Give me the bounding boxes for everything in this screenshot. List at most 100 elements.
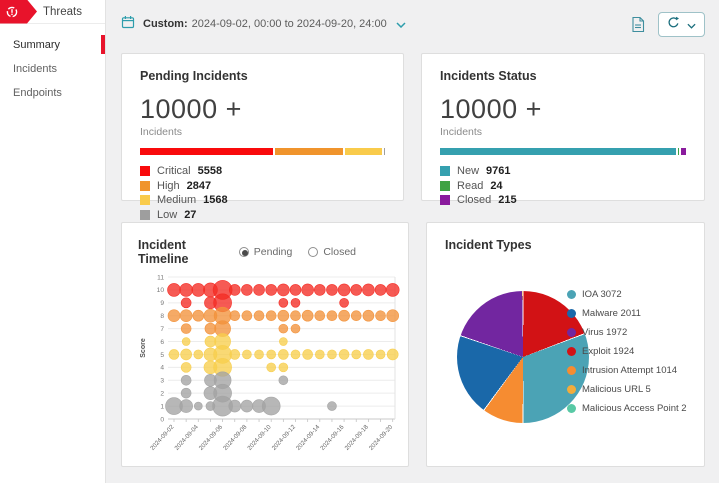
svg-text:10: 10 xyxy=(157,287,165,294)
svg-text:7: 7 xyxy=(160,326,164,333)
legend-value: 5558 xyxy=(198,165,222,177)
timeline-mode-radios: Pending Closed xyxy=(239,246,356,258)
date-range-value: 2024-09-02, 00:00 to 2024-09-20, 24:00 xyxy=(192,18,387,30)
pie-legend-label: Intrusion Attempt 1014 xyxy=(582,365,677,376)
svg-text:9: 9 xyxy=(160,300,164,307)
pie-legend-item: Exploit 1924 xyxy=(567,346,687,357)
legend-item-low: Low 27 xyxy=(140,209,385,221)
status-stacked-bar xyxy=(440,148,686,155)
svg-text:2024-09-16: 2024-09-16 xyxy=(319,423,346,452)
export-pdf-button[interactable] xyxy=(628,14,648,35)
legend-dot xyxy=(567,366,576,375)
legend-label: Low xyxy=(157,209,177,221)
legend-item-critical: Critical5558 xyxy=(140,165,385,177)
status-unit-label: Incidents xyxy=(440,126,686,138)
sidebar-item-endpoints[interactable]: Endpoints xyxy=(0,81,105,105)
pie-legend-label: Virus 1972 xyxy=(582,327,627,338)
svg-text:6: 6 xyxy=(160,339,164,346)
pie-legend-label: Exploit 1924 xyxy=(582,346,634,357)
status-legend: New9761 Read24 Closed 215 xyxy=(440,165,686,206)
bar-segment-closed xyxy=(681,148,686,155)
legend-item-read: Read24 xyxy=(440,180,686,192)
threats-logo-icon xyxy=(0,0,37,24)
refresh-split-button[interactable] xyxy=(658,12,705,37)
svg-text:1: 1 xyxy=(160,403,164,410)
card-title: Incident Types xyxy=(445,238,686,252)
sidebar-nav: SummaryIncidentsEndpoints xyxy=(0,24,105,105)
refresh-icon xyxy=(667,16,680,32)
svg-text:5: 5 xyxy=(160,352,164,359)
svg-text:8: 8 xyxy=(160,313,164,320)
radio-label: Closed xyxy=(323,246,356,258)
svg-text:2024-09-10: 2024-09-10 xyxy=(246,423,273,452)
pending-incidents-card: Pending Incidents 10000 + Incidents Crit… xyxy=(121,53,404,201)
svg-text:Score: Score xyxy=(140,338,147,358)
svg-text:0: 0 xyxy=(160,416,164,423)
calendar-icon xyxy=(121,15,135,34)
svg-text:2024-09-08: 2024-09-08 xyxy=(222,423,249,452)
pie-legend-label: Malware 2011 xyxy=(582,308,641,319)
bar-segment-medium xyxy=(345,148,382,155)
legend-item-new: New9761 xyxy=(440,165,686,177)
sidebar-item-incidents[interactable]: Incidents xyxy=(0,57,105,81)
threats-dashboard: Threats SummaryIncidentsEndpoints Custom… xyxy=(0,0,719,483)
pie-legend-label: Malicious URL 5 xyxy=(582,384,651,395)
svg-text:2024-09-18: 2024-09-18 xyxy=(344,423,371,452)
card-title: Incidents Status xyxy=(440,69,686,83)
legend-dot xyxy=(567,328,576,337)
legend-value: 9761 xyxy=(486,165,510,177)
legend-item-medium: Medium 1568 xyxy=(140,194,385,206)
legend-label: Read xyxy=(457,180,483,192)
legend-swatch xyxy=(140,181,150,191)
chevron-down-icon xyxy=(396,15,406,33)
radio-pending[interactable]: Pending xyxy=(239,246,293,258)
incident-timeline-bubble-chart[interactable]: 012345678910112024-09-022024-09-042024-0… xyxy=(138,270,400,470)
legend-swatch xyxy=(440,195,450,205)
radio-circle-icon xyxy=(308,247,318,257)
legend-swatch xyxy=(140,210,150,220)
legend-label: High xyxy=(157,180,180,192)
radio-circle-icon xyxy=(239,247,249,257)
incident-timeline-card: Incident Timeline PendingClosed 01234567… xyxy=(121,222,409,467)
pie-legend-item: Virus 1972 xyxy=(567,327,687,338)
pie-legend-item: Intrusion Attempt 1014 xyxy=(567,365,687,376)
legend-swatch xyxy=(140,195,150,205)
date-range-control[interactable]: Custom: 2024-09-02, 00:00 to 2024-09-20,… xyxy=(121,15,406,34)
svg-text:2024-09-20: 2024-09-20 xyxy=(368,423,395,452)
legend-swatch xyxy=(440,166,450,176)
pie-legend-item: Malicious URL 5 xyxy=(567,384,687,395)
bar-segment-high xyxy=(275,148,343,155)
pie-legend-item: IOA 3072 xyxy=(567,289,687,300)
svg-text:2024-09-14: 2024-09-14 xyxy=(295,423,322,452)
legend-value: 27 xyxy=(184,209,196,221)
severity-stacked-bar xyxy=(140,148,385,155)
legend-dot xyxy=(567,290,576,299)
legend-dot xyxy=(567,385,576,394)
product-title: Threats xyxy=(43,6,82,18)
legend-dot xyxy=(567,404,576,413)
svg-text:2024-09-06: 2024-09-06 xyxy=(198,423,225,452)
legend-dot xyxy=(567,309,576,318)
svg-text:2024-09-04: 2024-09-04 xyxy=(173,423,200,452)
legend-value: 1568 xyxy=(203,194,227,206)
radio-closed[interactable]: Closed xyxy=(308,246,356,258)
svg-text:2: 2 xyxy=(160,390,164,397)
status-total-count: 10000 + xyxy=(440,94,686,125)
incident-types-card: Incident Types IOA 3072 Malware 2011 Virus… xyxy=(426,222,705,467)
bar-segment-new xyxy=(440,148,676,155)
legend-item-high: High 2847 xyxy=(140,180,385,192)
svg-text:2024-09-12: 2024-09-12 xyxy=(271,423,298,452)
pie-legend-label: IOA 3072 xyxy=(582,289,622,300)
sidebar: Threats SummaryIncidentsEndpoints xyxy=(0,0,106,483)
main-content: Custom: 2024-09-02, 00:00 to 2024-09-20,… xyxy=(107,0,719,483)
pie-legend-label: Malicious Access Point 2 xyxy=(582,403,687,414)
sidebar-item-summary[interactable]: Summary xyxy=(0,33,105,57)
legend-value: 215 xyxy=(498,194,516,206)
brand-header: Threats xyxy=(0,0,105,24)
legend-dot xyxy=(567,347,576,356)
bar-segment-critical xyxy=(140,148,273,155)
card-title: Pending Incidents xyxy=(140,69,385,83)
legend-value: 2847 xyxy=(187,180,211,192)
legend-label: Medium xyxy=(157,194,196,206)
legend-label: Closed xyxy=(457,194,491,206)
